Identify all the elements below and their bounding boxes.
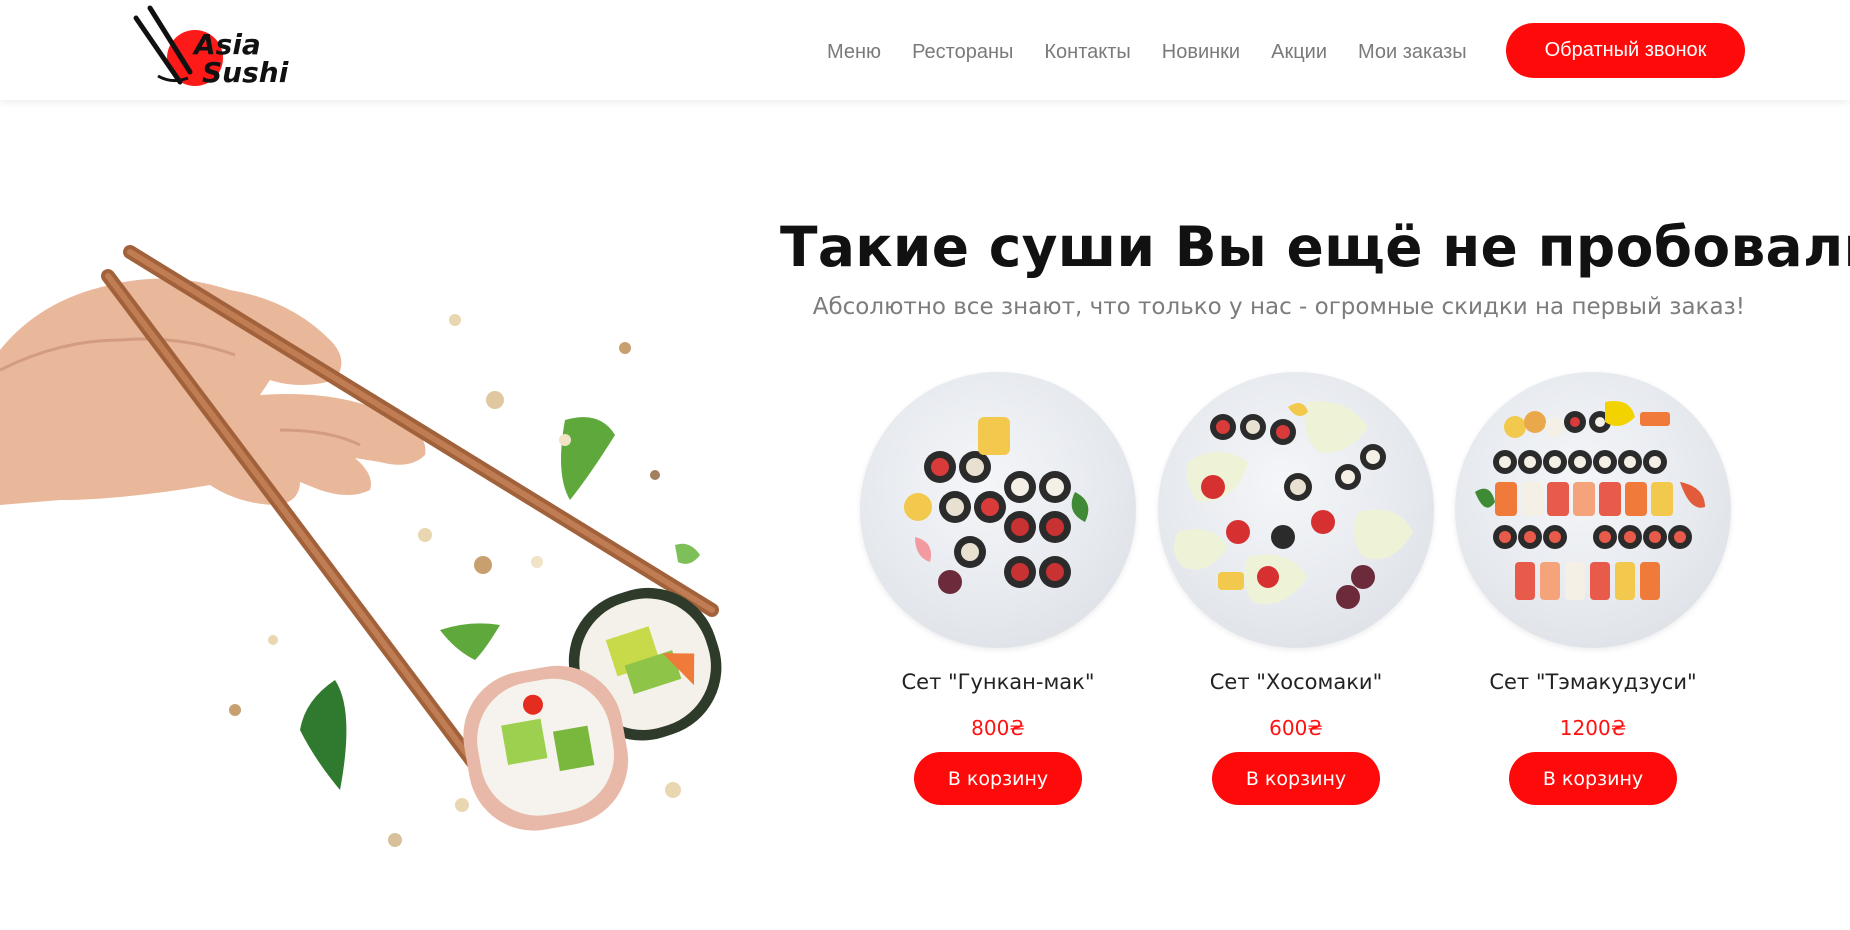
product-image[interactable] bbox=[1455, 372, 1731, 648]
product-card-hosomaki: Сет "Хосомаки" 600₴ В корзину bbox=[1146, 372, 1446, 805]
callback-button[interactable]: Обратный звонок bbox=[1506, 23, 1745, 78]
product-image[interactable] bbox=[1158, 372, 1434, 648]
product-price: 600₴ bbox=[1269, 716, 1323, 740]
hero-title: Такие суши Вы ещё не пробовали bbox=[780, 215, 1850, 279]
add-to-cart-button[interactable]: В корзину bbox=[914, 752, 1082, 805]
add-to-cart-button[interactable]: В корзину bbox=[1212, 752, 1380, 805]
nav-restaurants[interactable]: Рестораны bbox=[912, 41, 1013, 64]
hero-image bbox=[0, 230, 740, 850]
logo-word-sushi: Sushi bbox=[202, 56, 289, 89]
product-title: Сет "Хосомаки" bbox=[1209, 670, 1383, 694]
site-header: Asia Sushi Меню Рестораны Контакты Новин… bbox=[0, 0, 1850, 100]
brand-logo[interactable]: Asia Sushi bbox=[122, 2, 289, 94]
product-price: 800₴ bbox=[971, 716, 1025, 740]
product-title: Сет "Гункан-мак" bbox=[901, 670, 1095, 694]
product-image[interactable] bbox=[860, 372, 1136, 648]
add-to-cart-button[interactable]: В корзину bbox=[1509, 752, 1677, 805]
product-card-temakizushi: Сет "Тэмакудзуси" 1200₴ В корзину bbox=[1443, 372, 1743, 805]
product-card-gunkan: Сет "Гункан-мак" 800₴ В корзину bbox=[848, 372, 1148, 805]
main-nav: Меню Рестораны Контакты Новинки Акции Мо… bbox=[827, 38, 1498, 66]
product-title: Сет "Тэмакудзуси" bbox=[1489, 670, 1697, 694]
nav-promotions[interactable]: Акции bbox=[1271, 41, 1327, 64]
nav-menu[interactable]: Меню bbox=[827, 41, 881, 64]
nav-contacts[interactable]: Контакты bbox=[1044, 41, 1130, 64]
nav-new[interactable]: Новинки bbox=[1162, 41, 1240, 64]
hero-subtitle: Абсолютно все знают, что только у нас - … bbox=[812, 294, 1745, 320]
hand-chopsticks-illustration bbox=[0, 245, 722, 847]
product-price: 1200₴ bbox=[1559, 716, 1627, 740]
nav-my-orders[interactable]: Мои заказы bbox=[1358, 41, 1467, 64]
